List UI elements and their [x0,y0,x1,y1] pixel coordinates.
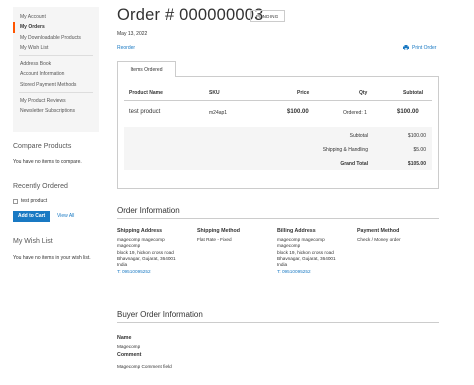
address-line: block 19, hickon cross road [277,249,334,255]
shipping-address-title: Shipping Address [117,228,163,234]
sidebar-item-address-book[interactable]: Address Book [13,59,99,69]
section-divider [117,322,439,323]
print-icon [403,45,409,51]
sidebar-item-account-information[interactable]: Account Information [13,69,99,79]
shipping-phone-link[interactable]: T: 09510095252 [117,269,176,275]
col-header-qty: Qty [359,90,368,96]
page-title: Order # 000000003 [117,6,264,24]
sidebar-item-my-orders[interactable]: My Orders [13,22,99,33]
billing-phone-link[interactable]: T: 09510095252 [277,269,336,275]
col-header-price: Price [297,90,310,96]
shipping-method-block: Shipping Method Flat Rate - Fixed [197,228,240,243]
recently-ordered-checkbox[interactable] [13,198,18,204]
sidebar-item-newsletter-subscriptions[interactable]: Newsletter Subscriptions [13,106,99,116]
wish-list-title: My Wish List [13,238,53,245]
totals-grand-total-label: Grand Total [340,161,368,167]
row-sku: m24ap1 [209,110,228,116]
compare-products-title: Compare Products [13,143,72,150]
recently-ordered-item-label: test product [21,198,48,204]
totals-subtotal-value: $100.00 [407,133,426,139]
view-all-link[interactable]: View All [57,213,74,219]
order-information-title: Order Information [117,206,180,215]
col-header-sku: SKU [209,90,220,96]
buyer-name-label: Name [117,335,132,341]
shipping-address-block: Shipping Address magecomp magecomp magec… [117,228,176,276]
billing-address-lines: magecomp magecomp magecomp block 19, hic… [277,237,336,276]
shipping-address-lines: magecomp magecomp magecomp block 19, hic… [117,237,176,276]
col-header-subtotal: Subtotal [403,90,423,96]
shipping-method-value: Flat Rate - Fixed [197,237,232,242]
table-row: test product m24ap1 $100.00 Ordered: 1 $… [124,101,432,127]
compare-empty-text: You have no items to compare. [13,159,82,165]
row-qty: Ordered: 1 [343,110,367,116]
buyer-name-value: Magecomp [117,344,141,349]
billing-address-title: Billing Address [277,228,316,234]
nav-divider [19,92,93,94]
section-divider [117,218,439,219]
nav-divider [19,55,93,57]
billing-address-block: Billing Address magecomp magecomp mageco… [277,228,336,276]
shipping-method-title: Shipping Method [197,228,240,234]
address-line: India [277,262,288,268]
buyer-comment-label: Comment [117,352,142,358]
recently-ordered-title: Recently Ordered [13,183,68,190]
col-header-product-name: Product Name [129,90,163,96]
account-navigation: My Account My Orders My Downloadable Pro… [13,7,99,132]
payment-method-title: Payment Method [357,228,400,234]
row-price: $100.00 [287,109,309,115]
payment-method-block: Payment Method Check / Money order [357,228,401,243]
address-line: India [117,262,128,268]
totals-shipping-label: Shipping & Handling [322,147,368,153]
print-order-link[interactable]: Print Order [403,45,436,51]
order-date: May 13, 2022 [117,31,148,37]
sidebar-item-my-account[interactable]: My Account [13,12,99,22]
tab-items-ordered[interactable]: Items Ordered [117,61,176,77]
buyer-comment-value: Magecomp Comment field [117,364,172,369]
recently-ordered-item: test product [13,198,47,204]
sidebar-item-wish-list[interactable]: My Wish List [13,43,99,53]
order-totals: Subtotal $100.00 Shipping & Handling $5.… [124,127,432,170]
sidebar-item-downloadable-products[interactable]: My Downloadable Products [13,33,99,43]
reorder-link[interactable]: Reorder [117,45,135,51]
totals-subtotal-label: Subtotal [349,133,368,139]
totals-grand-total-value: $105.00 [407,161,426,167]
order-status-badge: PENDING [250,10,285,22]
address-line: block 19, hickon cross road [117,249,174,255]
row-subtotal: $100.00 [397,109,419,115]
sidebar-item-product-reviews[interactable]: My Product Reviews [13,96,99,106]
add-to-cart-button[interactable]: Add to Cart [13,211,51,222]
row-product-name: test product [129,109,161,115]
buyer-order-information-title: Buyer Order Information [117,310,203,319]
totals-shipping-value: $5.00 [413,147,426,153]
payment-method-value: Check / Money order [357,237,401,242]
print-order-label: Print Order [412,45,437,51]
sidebar-item-stored-payment-methods[interactable]: Stored Payment Methods [13,80,99,90]
wish-list-empty-text: You have no items in your wish list. [13,255,91,261]
